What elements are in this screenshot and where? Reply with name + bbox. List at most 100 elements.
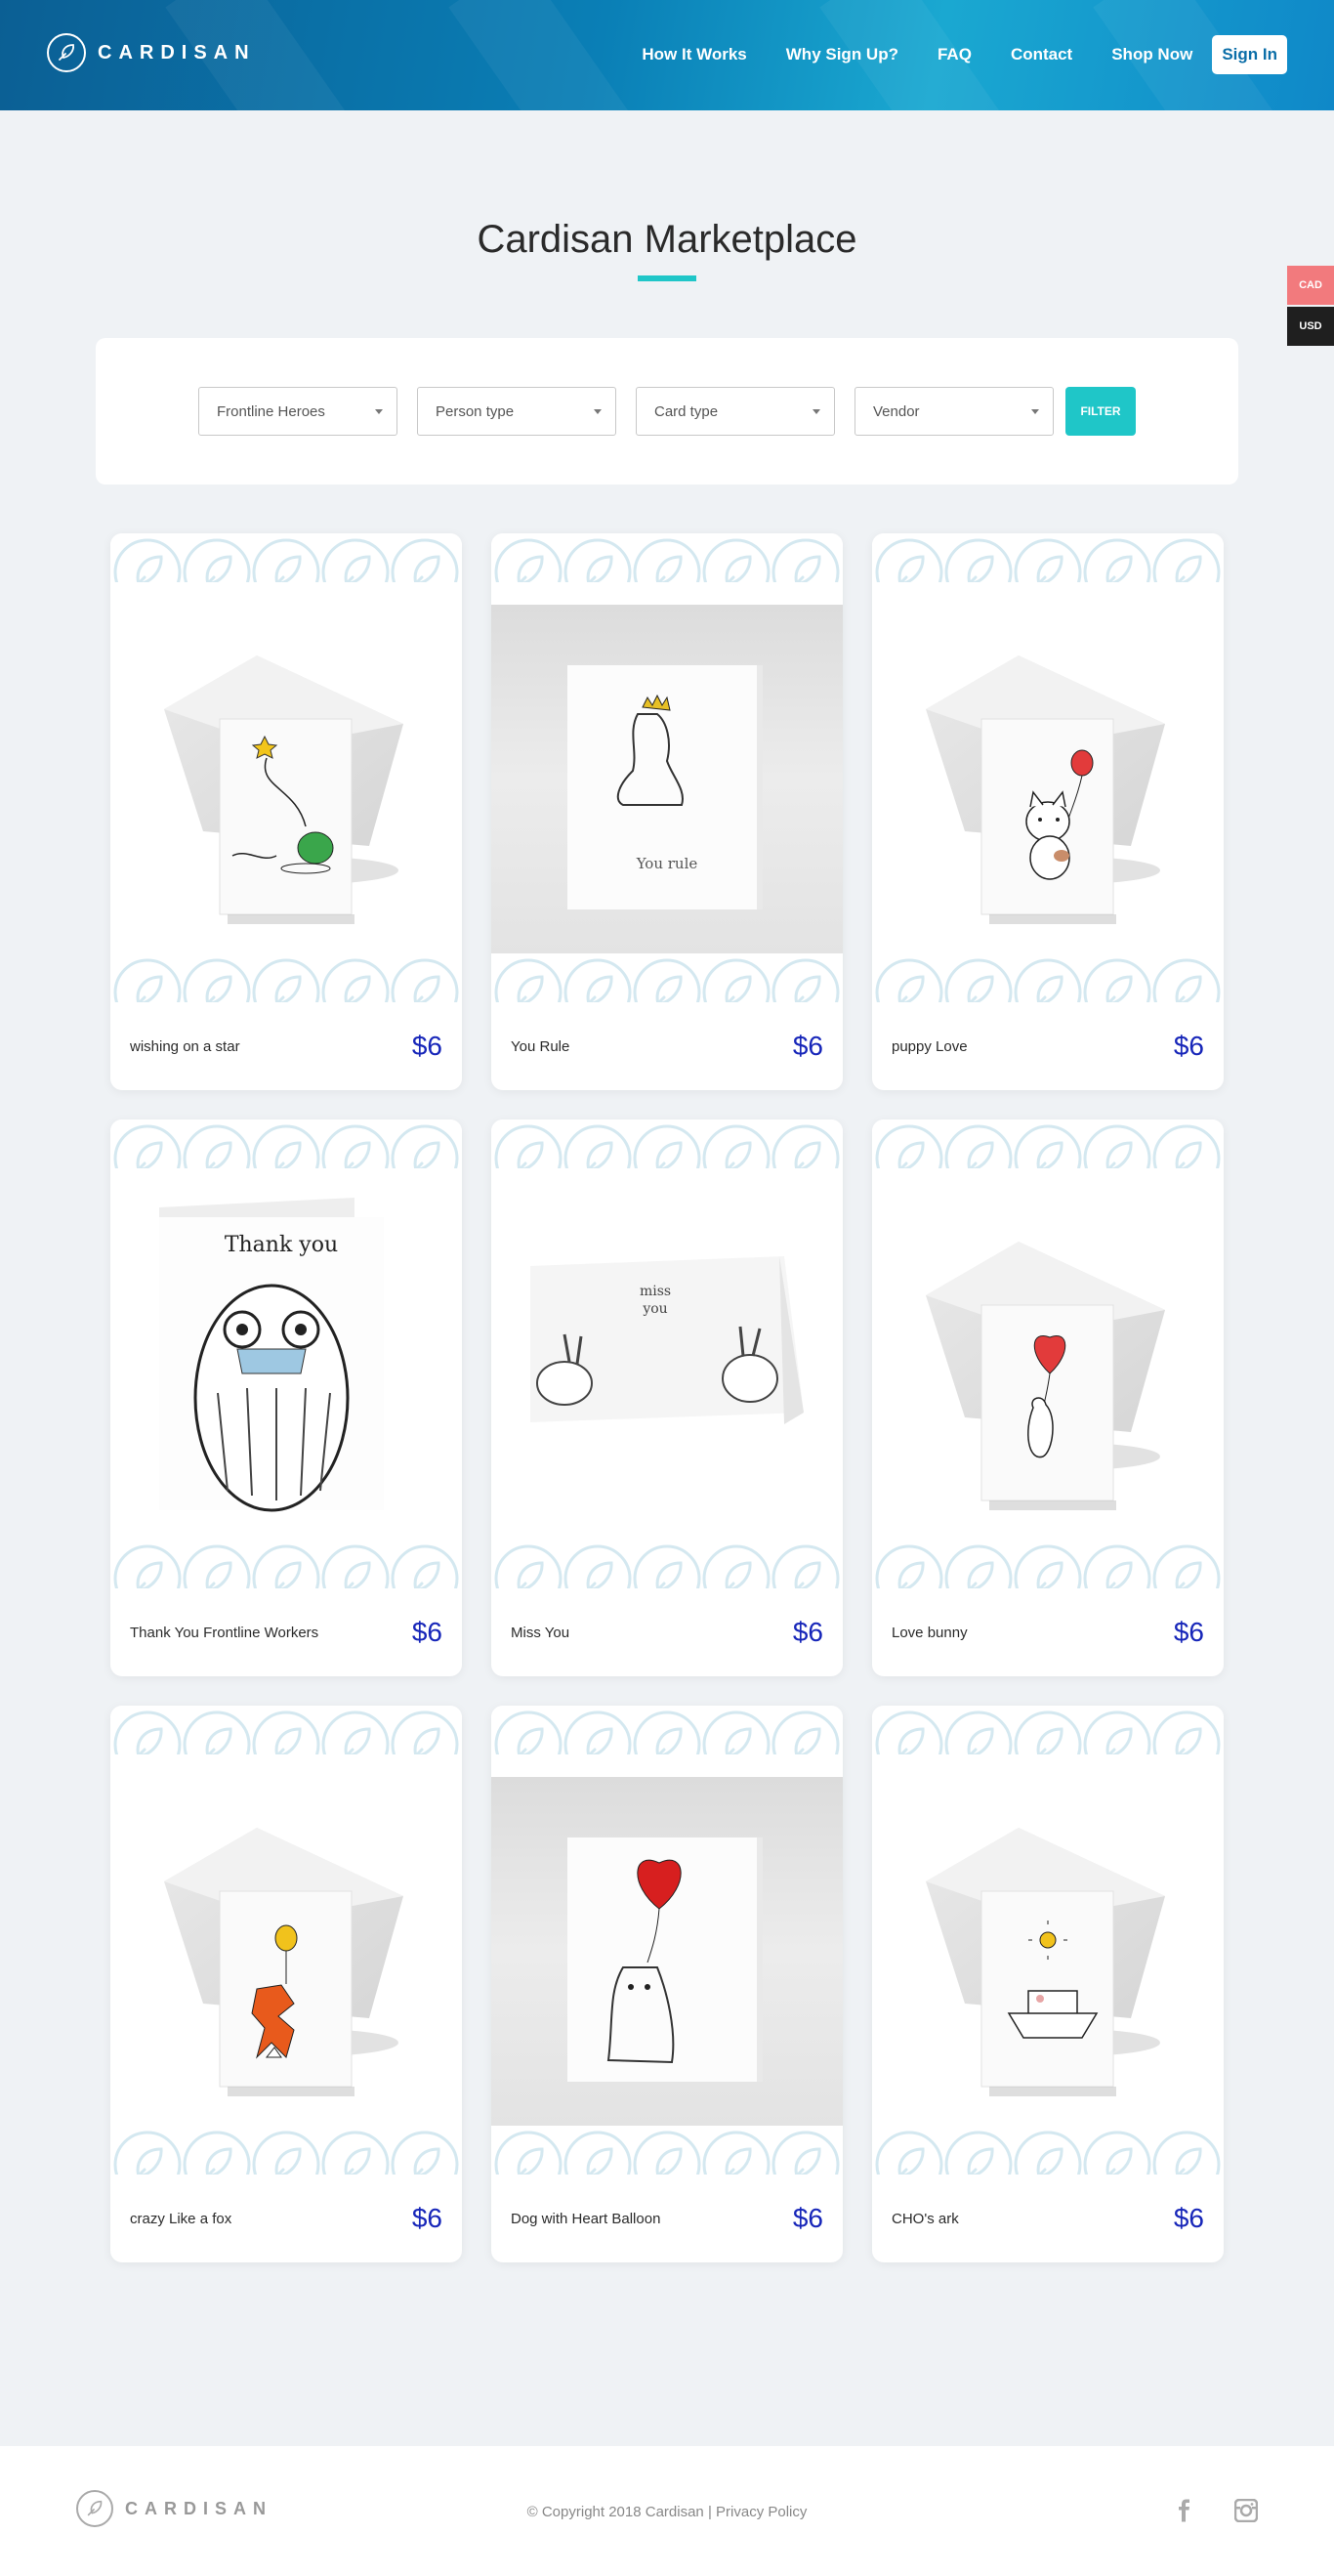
pattern-band [491,2126,843,2175]
card-footer: CHO's ark $6 [872,2175,1224,2262]
card-price: $6 [411,2203,442,2233]
card-footer: puppy Love $6 [872,1002,1224,1090]
product-grid: wishing on a star $6 You rule You Rule $6 pup… [110,533,1224,2262]
privacy-policy-link[interactable]: Privacy Policy [716,2504,807,2520]
owl-mask-card[interactable]: Thank you [110,1119,462,1588]
product-card[interactable]: puppy Love $6 [872,533,1224,1090]
card-price: $6 [1173,1031,1204,1061]
card-title[interactable]: Thank You Frontline Workers [130,1625,318,1641]
cat-crown-card[interactable]: You rule [491,533,843,1002]
title-underline [638,275,696,281]
pattern-band [872,1540,1224,1588]
page-title: Cardisan Marketplace [477,218,857,261]
vendor-select-value: Vendor [873,402,920,420]
card-title[interactable]: puppy Love [892,1038,968,1055]
card-title[interactable]: Miss You [511,1625,569,1641]
currency-cad-tab[interactable]: CAD [1287,266,1334,305]
card-price: $6 [411,1031,442,1061]
puppy-balloon-card[interactable] [872,533,1224,1002]
card-footer: Thank You Frontline Workers $6 [110,1588,462,1676]
filter-button[interactable]: FILTER [1065,387,1136,436]
pattern-band [491,953,843,1002]
nav-how-it-works[interactable]: How It Works [642,45,746,64]
product-card[interactable]: Love bunny $6 [872,1119,1224,1676]
chevron-down-icon [1031,408,1039,414]
card-title[interactable]: CHO's ark [892,2211,959,2227]
pattern-band [872,1119,1224,1168]
card-price: $6 [411,1617,442,1647]
card-footer: Miss You $6 [491,1588,843,1676]
instagram-icon[interactable] [1233,2498,1259,2527]
pattern-band [110,953,462,1002]
card-footer: crazy Like a fox $6 [110,2175,462,2262]
social-links [1174,2498,1259,2527]
card-price: $6 [792,1617,823,1647]
product-card[interactable]: miss you Miss You $6 [491,1119,843,1676]
pattern-band [491,1119,843,1168]
card-type-select[interactable]: Card type [636,387,835,436]
card-price: $6 [792,1031,823,1061]
nav-why-sign-up[interactable]: Why Sign Up? [786,45,898,64]
vendor-select[interactable]: Vendor [855,387,1054,436]
product-card[interactable]: You rule You Rule $6 [491,533,843,1090]
nav-contact[interactable]: Contact [1011,45,1072,64]
pattern-band [110,1119,462,1168]
category-select-value: Frontline Heroes [217,402,325,420]
chevron-down-icon [594,408,602,414]
card-price: $6 [792,2203,823,2233]
category-select[interactable]: Frontline Heroes [198,387,397,436]
fox-balloon-card[interactable] [110,1706,462,2175]
currency-switcher: CAD USD [1287,266,1334,346]
pattern-band [872,1706,1224,1754]
card-title[interactable]: wishing on a star [130,1038,240,1055]
product-card[interactable]: Thank you Thank You Frontline Workers $6 [110,1119,462,1676]
card-type-select-value: Card type [654,402,719,420]
pattern-band [872,533,1224,582]
product-card[interactable]: Dog with Heart Balloon $6 [491,1706,843,2262]
card-price: $6 [1173,2203,1204,2233]
svg-text:you: you [642,1301,667,1317]
copyright: © Copyright 2018 Cardisan | Privacy Poli… [0,2504,1334,2520]
person-type-select[interactable]: Person type [417,387,616,436]
chevron-down-icon [813,408,820,414]
svg-text:You rule: You rule [636,855,698,872]
product-card[interactable]: CHO's ark $6 [872,1706,1224,2262]
person-type-select-value: Person type [436,402,515,420]
pattern-band [491,1706,843,1754]
bunnies-card[interactable]: miss you [491,1119,843,1588]
ark-card[interactable] [872,1706,1224,2175]
card-price: $6 [1173,1617,1204,1647]
product-card[interactable]: crazy Like a fox $6 [110,1706,462,2262]
cardisan-logo[interactable]: CARDISAN [47,33,256,72]
card-title[interactable]: crazy Like a fox [130,2211,231,2227]
sign-in-button[interactable]: Sign In [1212,35,1287,74]
pattern-band [491,533,843,582]
facebook-icon[interactable] [1174,2499,1195,2527]
pattern-band [110,533,462,582]
currency-usd-tab[interactable]: USD [1287,307,1334,346]
frog-star-card[interactable] [110,533,462,1002]
pattern-band [110,1706,462,1754]
nav-shop-now[interactable]: Shop Now [1111,45,1192,64]
pattern-band [872,953,1224,1002]
nav-faq[interactable]: FAQ [938,45,972,64]
pattern-band [491,1540,843,1588]
svg-text:miss: miss [640,1284,671,1299]
feather-logo-icon [47,33,86,72]
card-footer: wishing on a star $6 [110,1002,462,1090]
card-footer: Love bunny $6 [872,1588,1224,1676]
main-nav: How It Works Why Sign Up? FAQ Contact Sh… [603,35,1287,74]
site-footer: CARDISAN © Copyright 2018 Cardisan | Pri… [0,2446,1334,2576]
card-title[interactable]: You Rule [511,1038,569,1055]
card-title[interactable]: Love bunny [892,1625,968,1641]
copyright-text: © Copyright 2018 Cardisan | [526,2504,717,2520]
svg-text:Thank you: Thank you [225,1233,338,1257]
site-header: CARDISAN How It Works Why Sign Up? FAQ C… [0,0,1334,110]
logo-wordmark: CARDISAN [98,41,256,63]
card-title[interactable]: Dog with Heart Balloon [511,2211,660,2227]
bunny-heart-card[interactable] [872,1119,1224,1588]
chevron-down-icon [375,408,383,414]
dog-heart-card[interactable] [491,1706,843,2175]
product-card[interactable]: wishing on a star $6 [110,533,462,1090]
pattern-band [110,1540,462,1588]
